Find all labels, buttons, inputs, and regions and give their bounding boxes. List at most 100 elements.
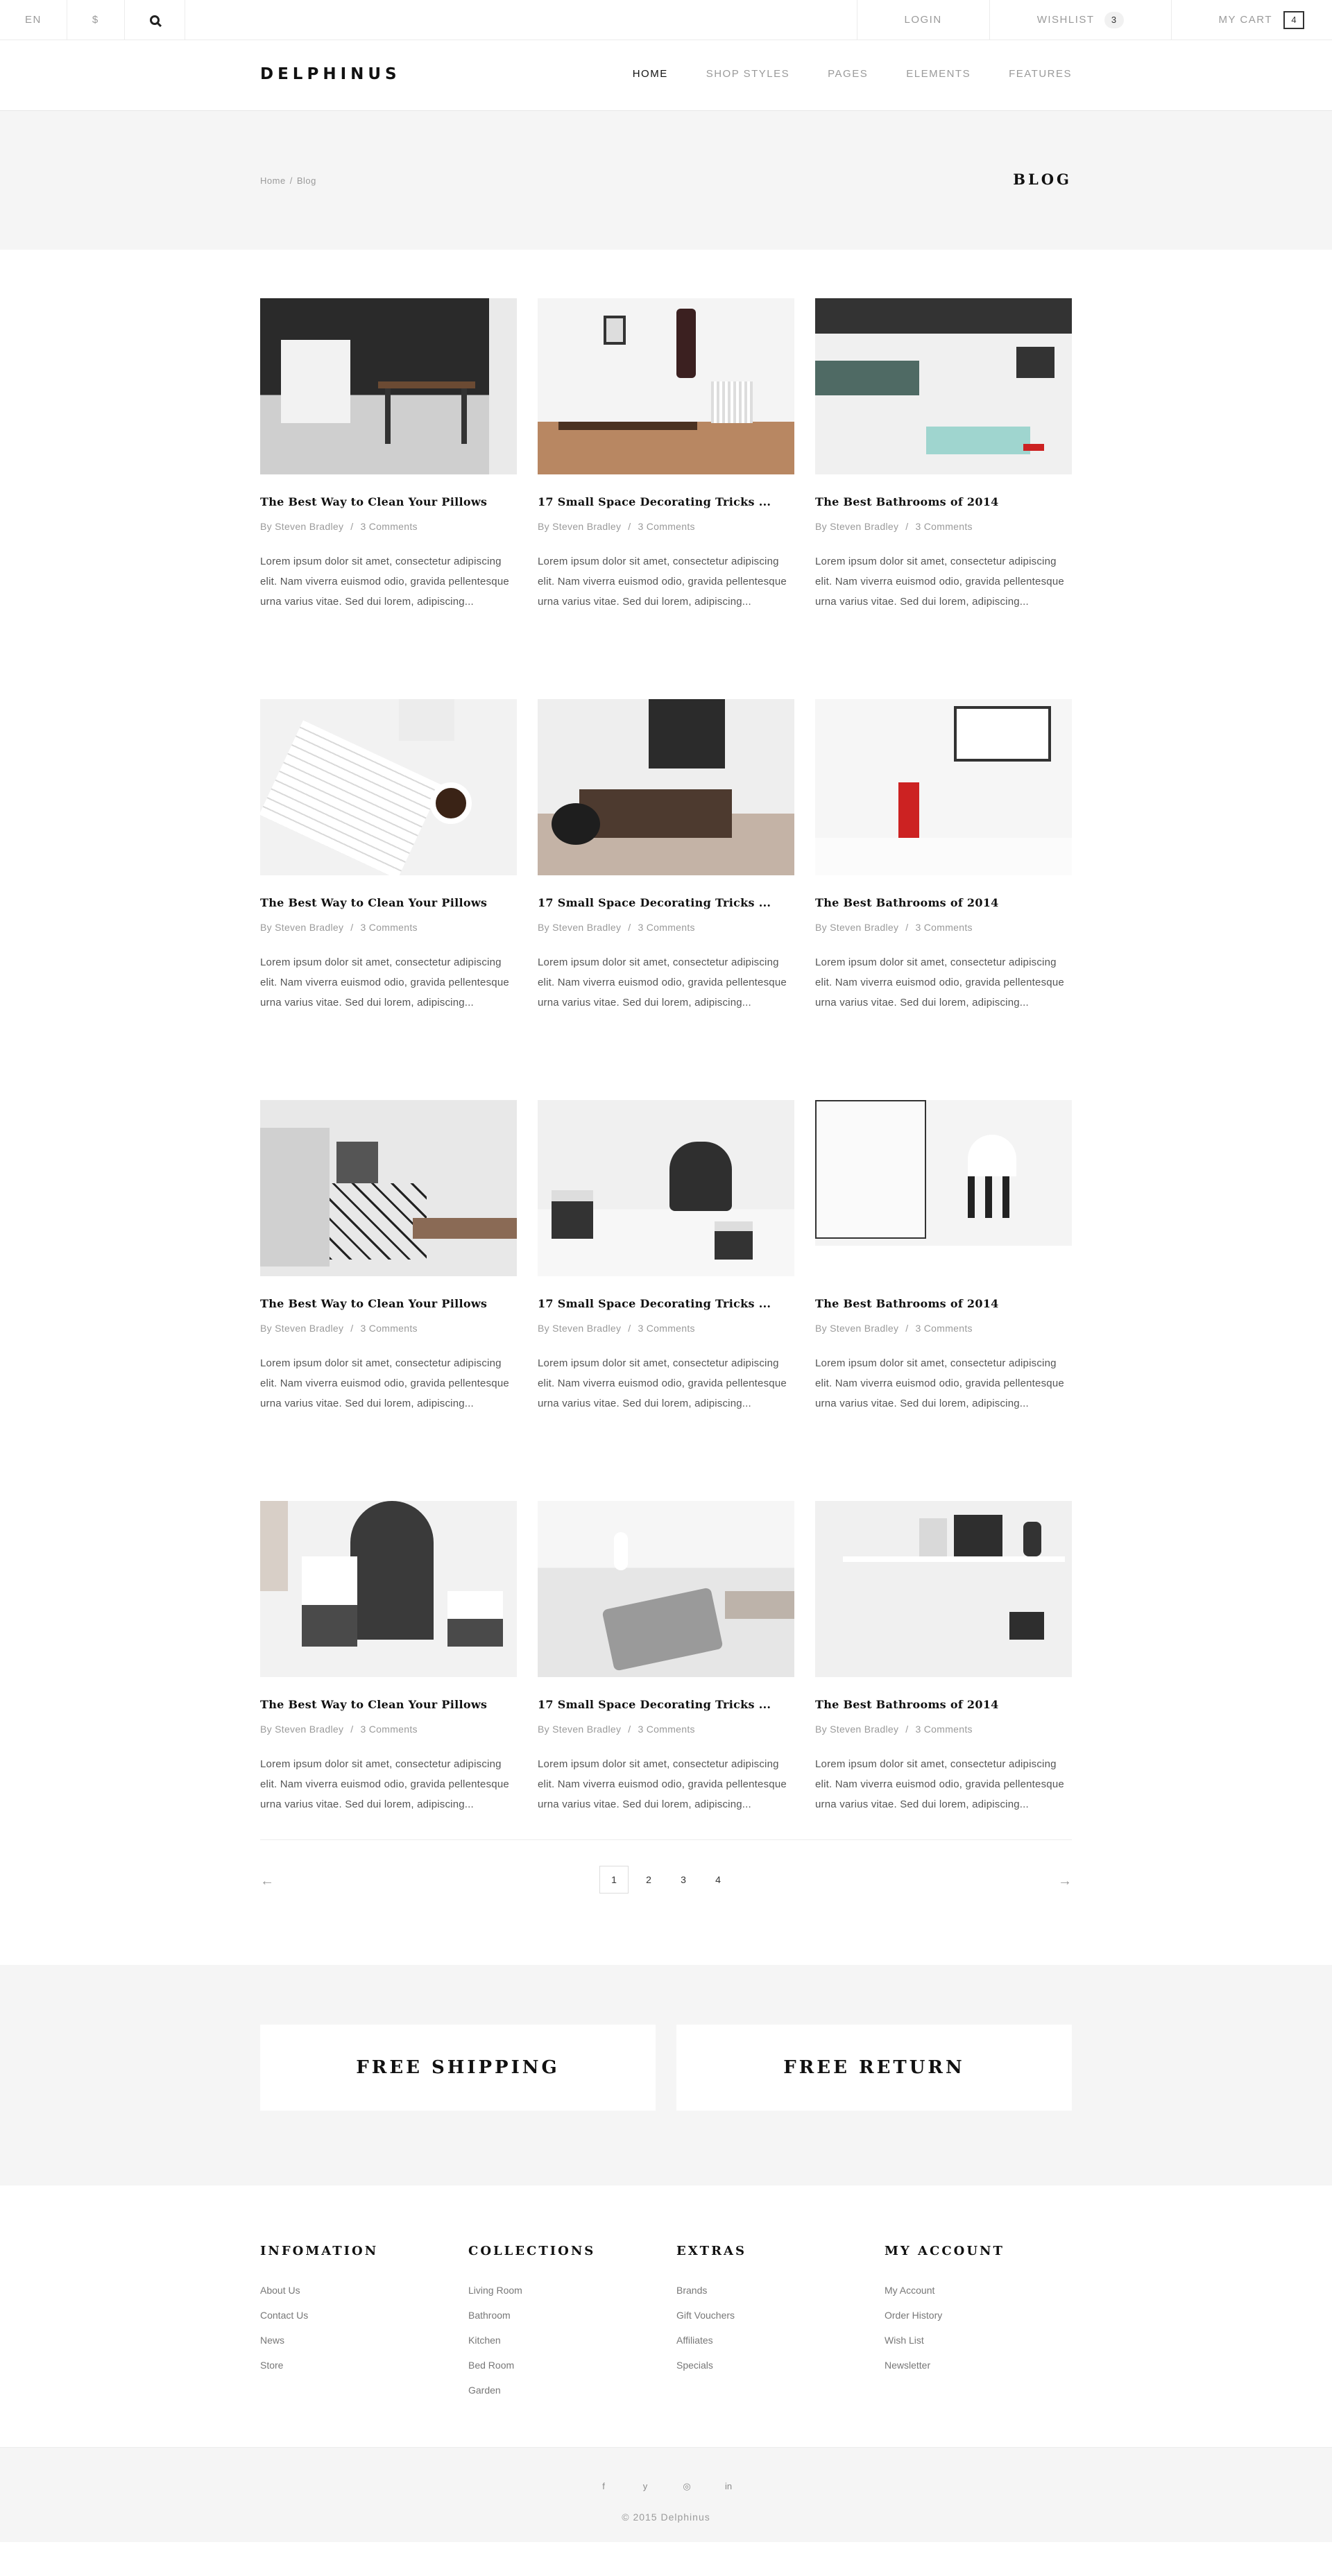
post-thumbnail[interactable] xyxy=(815,1501,1072,1677)
post-title[interactable]: 17 Small Space Decorating Tricks ... xyxy=(538,495,794,508)
footer-link[interactable]: Bathroom xyxy=(468,2303,676,2328)
post-thumbnail[interactable] xyxy=(538,1501,794,1677)
footer-link[interactable]: Specials xyxy=(676,2353,885,2378)
post-title[interactable]: 17 Small Space Decorating Tricks ... xyxy=(538,896,794,909)
post-title[interactable]: 17 Small Space Decorating Tricks ... xyxy=(538,1297,794,1310)
post-title[interactable]: 17 Small Space Decorating Tricks ... xyxy=(538,1698,794,1711)
prev-page-arrow-icon[interactable]: ← xyxy=(260,1873,274,1889)
footer-link[interactable]: Gift Vouchers xyxy=(676,2303,885,2328)
post-thumbnail[interactable] xyxy=(815,699,1072,875)
footer-link[interactable]: Wish List xyxy=(885,2328,1093,2353)
post-comments[interactable]: 3 Comments xyxy=(915,1323,972,1334)
post-author[interactable]: By Steven Bradley xyxy=(815,521,898,532)
post-thumbnail[interactable] xyxy=(538,699,794,875)
footer-link[interactable]: Brands xyxy=(676,2278,885,2303)
post-comments[interactable]: 3 Comments xyxy=(915,521,972,532)
search-button[interactable] xyxy=(125,0,185,40)
nav-elements[interactable]: ELEMENTS xyxy=(906,68,971,80)
footer-link[interactable]: Garden xyxy=(468,2378,676,2403)
post-author[interactable]: By Steven Bradley xyxy=(260,922,343,933)
post-author[interactable]: By Steven Bradley xyxy=(260,521,343,532)
linkedin-icon[interactable]: in xyxy=(718,2481,739,2492)
post-author[interactable]: By Steven Bradley xyxy=(538,1323,621,1334)
post-title[interactable]: The Best Bathrooms of 2014 xyxy=(815,896,1072,909)
thumbnail-shape xyxy=(898,782,919,838)
instagram-icon[interactable]: ◎ xyxy=(676,2481,697,2492)
post-excerpt: Lorem ipsum dolor sit amet, consectetur … xyxy=(815,556,1064,608)
post-thumbnail[interactable] xyxy=(815,298,1072,474)
footer-link[interactable]: Living Room xyxy=(468,2278,676,2303)
post-author[interactable]: By Steven Bradley xyxy=(538,1724,621,1735)
footer-link[interactable]: Newsletter xyxy=(885,2353,1093,2378)
meta-separator: / xyxy=(350,521,354,532)
post-author[interactable]: By Steven Bradley xyxy=(260,1724,343,1735)
post-author[interactable]: By Steven Bradley xyxy=(538,922,621,933)
nav-shop-styles[interactable]: SHOP STYLES xyxy=(706,68,789,80)
post-comments[interactable]: 3 Comments xyxy=(360,521,417,532)
nav-home[interactable]: HOME xyxy=(633,68,668,80)
thumbnail-shape xyxy=(385,388,391,444)
post-comments[interactable]: 3 Comments xyxy=(360,922,417,933)
post-title[interactable]: The Best Way to Clean Your Pillows xyxy=(260,896,517,909)
footer-link[interactable]: About Us xyxy=(260,2278,468,2303)
post-author[interactable]: By Steven Bradley xyxy=(815,1724,898,1735)
post-title[interactable]: The Best Bathrooms of 2014 xyxy=(815,1297,1072,1310)
post-thumbnail[interactable] xyxy=(260,1100,517,1276)
post-title[interactable]: The Best Bathrooms of 2014 xyxy=(815,495,1072,508)
breadcrumb-home[interactable]: Home xyxy=(260,175,286,186)
wishlist-link[interactable]: WISHLIST 3 xyxy=(989,0,1171,40)
currency-selector[interactable]: $ xyxy=(67,0,125,40)
login-link[interactable]: LOGIN xyxy=(856,0,989,40)
nav-pages[interactable]: PAGES xyxy=(828,68,868,80)
footer-link[interactable]: News xyxy=(260,2328,468,2353)
site-logo[interactable]: DELPHINUS xyxy=(260,65,401,83)
footer-link[interactable]: Contact Us xyxy=(260,2303,468,2328)
thumbnail-shape xyxy=(336,1142,378,1183)
post-meta: By Steven Bradley / 3 Comments xyxy=(260,1323,517,1334)
post-excerpt: Lorem ipsum dolor sit amet, consectetur … xyxy=(260,556,509,608)
page-link-2[interactable]: 2 xyxy=(634,1866,663,1894)
thumbnail-shape xyxy=(815,361,919,395)
post-comments[interactable]: 3 Comments xyxy=(638,521,694,532)
next-page-arrow-icon[interactable]: → xyxy=(1058,1873,1072,1889)
post-comments[interactable]: 3 Comments xyxy=(915,1724,972,1735)
footer-link[interactable]: Order History xyxy=(885,2303,1093,2328)
post-author[interactable]: By Steven Bradley xyxy=(815,1323,898,1334)
blog-post: The Best Way to Clean Your Pillows By St… xyxy=(260,1100,517,1501)
post-comments[interactable]: 3 Comments xyxy=(915,922,972,933)
post-comments[interactable]: 3 Comments xyxy=(638,1323,694,1334)
post-comments[interactable]: 3 Comments xyxy=(360,1724,417,1735)
language-selector[interactable]: EN xyxy=(0,0,67,40)
page-link-1[interactable]: 1 xyxy=(599,1866,629,1894)
thumbnail-shape xyxy=(461,388,467,444)
post-title[interactable]: The Best Way to Clean Your Pillows xyxy=(260,1698,517,1711)
footer-link[interactable]: Store xyxy=(260,2353,468,2378)
cart-link[interactable]: MY CART 4 xyxy=(1170,0,1332,40)
footer-link[interactable]: Kitchen xyxy=(468,2328,676,2353)
footer-link[interactable]: My Account xyxy=(885,2278,1093,2303)
nav-features[interactable]: FEATURES xyxy=(1009,68,1072,80)
post-comments[interactable]: 3 Comments xyxy=(638,922,694,933)
footer-link[interactable]: Affiliates xyxy=(676,2328,885,2353)
footer-link[interactable]: Bed Room xyxy=(468,2353,676,2378)
page-link-3[interactable]: 3 xyxy=(669,1866,698,1894)
post-thumbnail[interactable] xyxy=(260,1501,517,1677)
post-title[interactable]: The Best Way to Clean Your Pillows xyxy=(260,495,517,508)
page-link-4[interactable]: 4 xyxy=(703,1866,733,1894)
post-author[interactable]: By Steven Bradley xyxy=(815,922,898,933)
post-author[interactable]: By Steven Bradley xyxy=(538,521,621,532)
post-meta: By Steven Bradley / 3 Comments xyxy=(538,1323,794,1334)
twitter-icon[interactable]: y xyxy=(635,2481,656,2492)
post-comments[interactable]: 3 Comments xyxy=(360,1323,417,1334)
post-thumbnail[interactable] xyxy=(538,1100,794,1276)
post-title[interactable]: The Best Bathrooms of 2014 xyxy=(815,1698,1072,1711)
post-thumbnail[interactable] xyxy=(260,298,517,474)
post-thumbnail[interactable] xyxy=(538,298,794,474)
post-title[interactable]: The Best Way to Clean Your Pillows xyxy=(260,1297,517,1310)
post-thumbnail[interactable] xyxy=(260,699,517,875)
post-thumbnail[interactable] xyxy=(815,1100,1072,1276)
language-label: EN xyxy=(25,14,42,26)
post-author[interactable]: By Steven Bradley xyxy=(260,1323,343,1334)
post-comments[interactable]: 3 Comments xyxy=(638,1724,694,1735)
facebook-icon[interactable]: f xyxy=(593,2481,614,2492)
